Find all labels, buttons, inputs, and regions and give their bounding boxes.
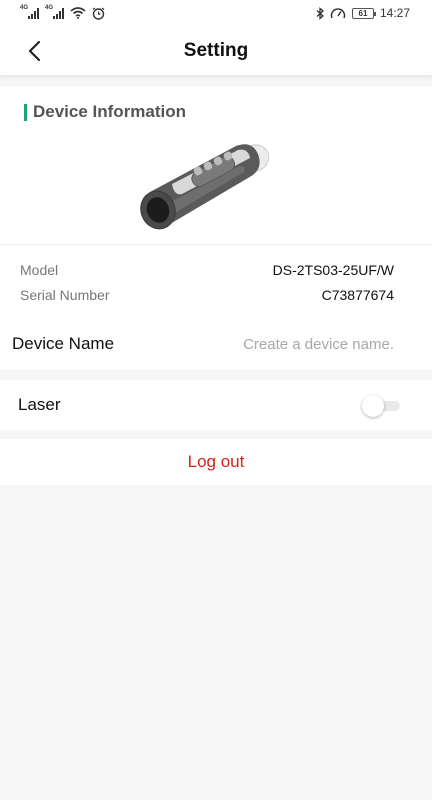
section-title: Device Information bbox=[33, 102, 187, 121]
wifi-icon bbox=[70, 7, 86, 19]
serial-row: Serial Number C73877674 bbox=[20, 287, 394, 303]
card-divider bbox=[0, 244, 432, 245]
header-bar: Setting bbox=[0, 26, 432, 76]
signal-label: 4G bbox=[45, 4, 54, 11]
laser-row: Laser bbox=[0, 380, 432, 430]
model-value: DS-2TS03-25UF/W bbox=[272, 262, 394, 278]
serial-label: Serial Number bbox=[20, 287, 110, 303]
status-right: 61 14:27 bbox=[316, 6, 410, 20]
page-title: Setting bbox=[183, 40, 249, 61]
logout-label: Log out bbox=[187, 452, 245, 471]
signal-icon: 4G bbox=[20, 4, 39, 19]
device-name-row: Device Name bbox=[0, 318, 432, 370]
section-accent-bar bbox=[24, 103, 27, 121]
model-label: Model bbox=[20, 262, 59, 278]
status-left: 4G 4G bbox=[20, 4, 105, 20]
device-info-card: Device Information Model DS-2TS03-25UF/W… bbox=[0, 86, 432, 318]
device-name-input[interactable] bbox=[204, 335, 394, 353]
section-header: Device Information bbox=[24, 102, 186, 122]
battery-icon: 61 bbox=[351, 7, 376, 19]
status-bar: 4G 4G 61 14:27 bbox=[0, 0, 432, 26]
device-name-label: Device Name bbox=[12, 334, 115, 353]
signal-icon: 4G bbox=[45, 4, 64, 19]
speedometer-icon bbox=[330, 7, 346, 18]
thermal-monocular-device-image bbox=[140, 144, 270, 230]
bluetooth-icon bbox=[316, 6, 324, 20]
laser-toggle[interactable] bbox=[362, 395, 400, 417]
signal-label: 4G bbox=[20, 4, 29, 11]
laser-label: Laser bbox=[18, 395, 61, 414]
alarm-icon bbox=[92, 7, 105, 20]
logout-button[interactable]: Log out bbox=[0, 439, 432, 485]
serial-value: C73877674 bbox=[321, 287, 394, 303]
model-row: Model DS-2TS03-25UF/W bbox=[20, 262, 394, 278]
status-time: 14:27 bbox=[379, 6, 410, 20]
toggle-knob bbox=[362, 395, 384, 417]
